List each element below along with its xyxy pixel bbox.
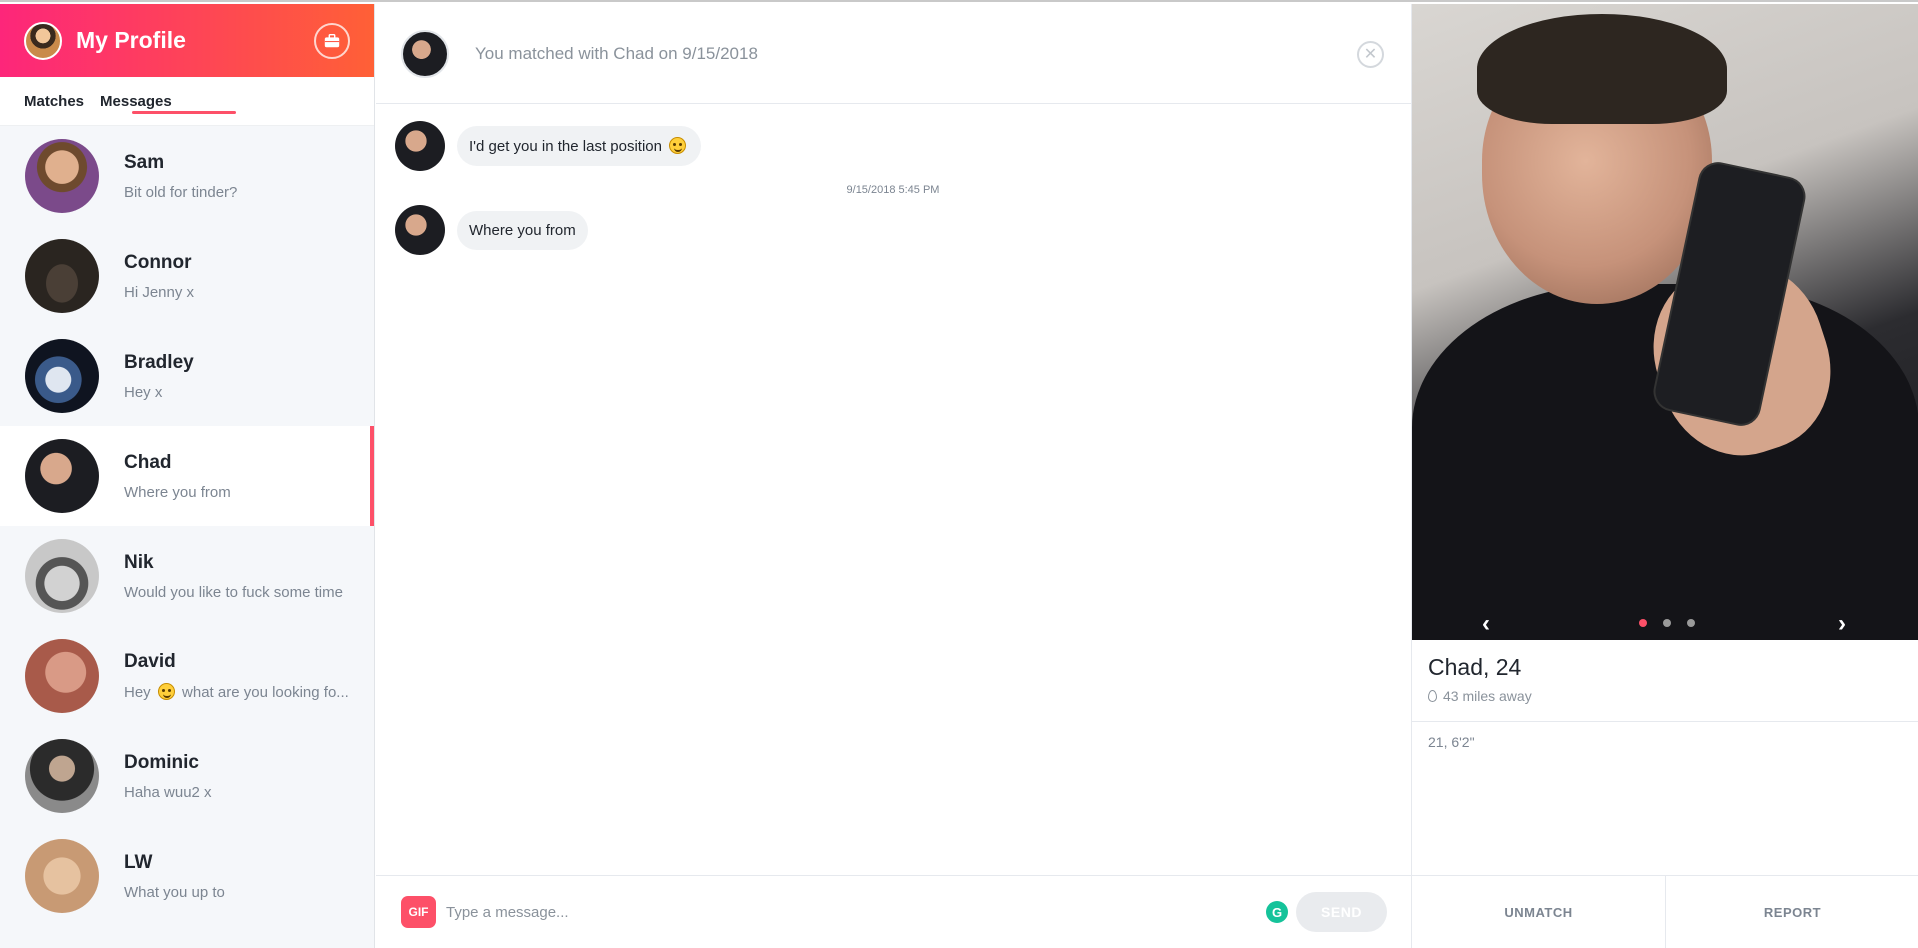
close-chat-button[interactable]: ✕ — [1357, 41, 1384, 68]
message-composer: GIF G SEND — [376, 875, 1411, 948]
unmatch-button[interactable]: UNMATCH — [1412, 876, 1665, 948]
match-name: David — [124, 651, 176, 672]
message-preview: Haha wuu2 x — [124, 783, 212, 801]
my-profile-title[interactable]: My Profile — [76, 27, 314, 54]
message-row: I'd get you in the last position — [395, 120, 1391, 172]
grammarly-icon[interactable]: G — [1266, 901, 1288, 923]
my-profile-avatar[interactable] — [24, 21, 62, 60]
match-date-text: You matched with Chad on 9/15/2018 — [475, 43, 758, 63]
avatar — [25, 139, 99, 213]
profile-bio: 21, 6'2" — [1428, 734, 1475, 750]
briefcase-icon — [324, 33, 340, 47]
photo-hair — [1477, 14, 1727, 124]
avatar — [25, 439, 99, 513]
message-preview: Hey x — [124, 383, 163, 401]
photo-pagination — [1639, 619, 1695, 627]
prev-photo-chevron-icon[interactable]: ‹ — [1482, 610, 1490, 638]
message-item-bradley[interactable]: Bradley Hey x — [0, 326, 374, 426]
location-pin-icon — [1428, 690, 1437, 702]
message-item-chad[interactable]: Chad Where you from — [0, 426, 374, 526]
message-text: Where you from — [469, 221, 576, 239]
avatar — [25, 239, 99, 313]
message-bubble: Where you from — [457, 210, 588, 250]
sidebar: My Profile Matches Messages Sam Bit old … — [0, 4, 375, 948]
match-name: Nik — [124, 551, 154, 573]
message-item-connor[interactable]: Connor Hi Jenny x — [0, 226, 374, 326]
work-mode-button[interactable] — [314, 22, 350, 59]
message-preview: Hey what are you looking fo... — [124, 683, 364, 701]
message-bubble: I'd get you in the last position — [457, 126, 702, 166]
send-button[interactable]: SEND — [1296, 892, 1387, 932]
match-name: Dominic — [124, 751, 199, 773]
sender-avatar[interactable] — [395, 205, 445, 255]
message-item-dominic[interactable]: Dominic Haha wuu2 x — [0, 726, 374, 826]
smirk-emoji-icon — [157, 683, 175, 700]
tinder-app: My Profile Matches Messages Sam Bit old … — [0, 0, 1918, 948]
tab-messages[interactable]: Messages — [100, 93, 172, 110]
profile-distance: 43 miles away — [1428, 688, 1902, 704]
message-row: Where you from — [395, 204, 1391, 256]
photo-dot[interactable] — [1687, 619, 1695, 627]
chat-header: You matched with Chad on 9/15/2018 ✕ — [376, 4, 1411, 104]
message-input[interactable] — [446, 903, 1266, 921]
match-name: Connor — [124, 251, 192, 273]
message-item-nik[interactable]: Nik Would you like to fuck some time — [0, 526, 374, 626]
message-item-sam[interactable]: Sam Bit old for tinder? — [0, 126, 374, 226]
message-text: I'd get you in the last position — [469, 138, 662, 155]
avatar — [25, 639, 99, 713]
profile-panel: ‹ › Chad, 24 43 miles away 21, 6'2" UNMA… — [1411, 4, 1918, 948]
message-preview: Would you like to fuck some time — [124, 583, 343, 601]
message-thread: I'd get you in the last position 9/15/20… — [395, 120, 1391, 256]
report-button[interactable]: REPORT — [1665, 876, 1918, 948]
active-tab-indicator — [132, 111, 236, 114]
chat-panel: You matched with Chad on 9/15/2018 ✕ I'd… — [376, 4, 1411, 948]
gif-button[interactable]: GIF — [401, 896, 436, 928]
sender-avatar[interactable] — [395, 121, 445, 171]
message-preview: Hi Jenny x — [124, 283, 195, 301]
message-preview-end: what are you looking fo... — [182, 684, 349, 701]
match-name: Bradley — [124, 351, 194, 373]
profile-info: Chad, 24 43 miles away — [1412, 640, 1918, 722]
message-item-david[interactable]: David Hey what are you looking fo... — [0, 626, 374, 726]
next-photo-chevron-icon[interactable]: › — [1838, 610, 1846, 638]
message-preview: Where you from — [124, 483, 231, 501]
profile-header[interactable]: My Profile — [0, 4, 374, 77]
message-preview: What you up to — [124, 883, 225, 901]
profile-photo[interactable]: ‹ › — [1412, 4, 1918, 640]
avatar — [25, 739, 99, 813]
chat-avatar[interactable] — [401, 29, 449, 78]
distance-text: 43 miles away — [1443, 688, 1532, 704]
match-name: Chad — [124, 451, 172, 473]
message-item-lw[interactable]: LW What you up to — [0, 826, 374, 926]
avatar — [25, 539, 99, 613]
message-timestamp: 9/15/2018 5:45 PM — [846, 184, 940, 196]
message-preview: Bit old for tinder? — [124, 183, 238, 201]
match-name: Sam — [124, 151, 165, 173]
avatar — [25, 339, 99, 413]
match-name: LW — [124, 851, 153, 873]
photo-dot[interactable] — [1639, 619, 1647, 627]
tab-matches[interactable]: Matches — [24, 93, 84, 110]
message-list: Sam Bit old for tinder? Connor Hi Jenny … — [0, 126, 374, 926]
profile-name-age: Chad, 24 — [1428, 654, 1522, 680]
sidebar-tabs: Matches Messages — [0, 77, 374, 126]
avatar — [25, 839, 99, 913]
photo-dot[interactable] — [1663, 619, 1671, 627]
close-icon: ✕ — [1363, 45, 1378, 63]
message-preview-start: Hey — [124, 684, 151, 701]
smile-emoji-icon — [669, 137, 687, 154]
profile-actions: UNMATCH REPORT — [1412, 875, 1918, 948]
